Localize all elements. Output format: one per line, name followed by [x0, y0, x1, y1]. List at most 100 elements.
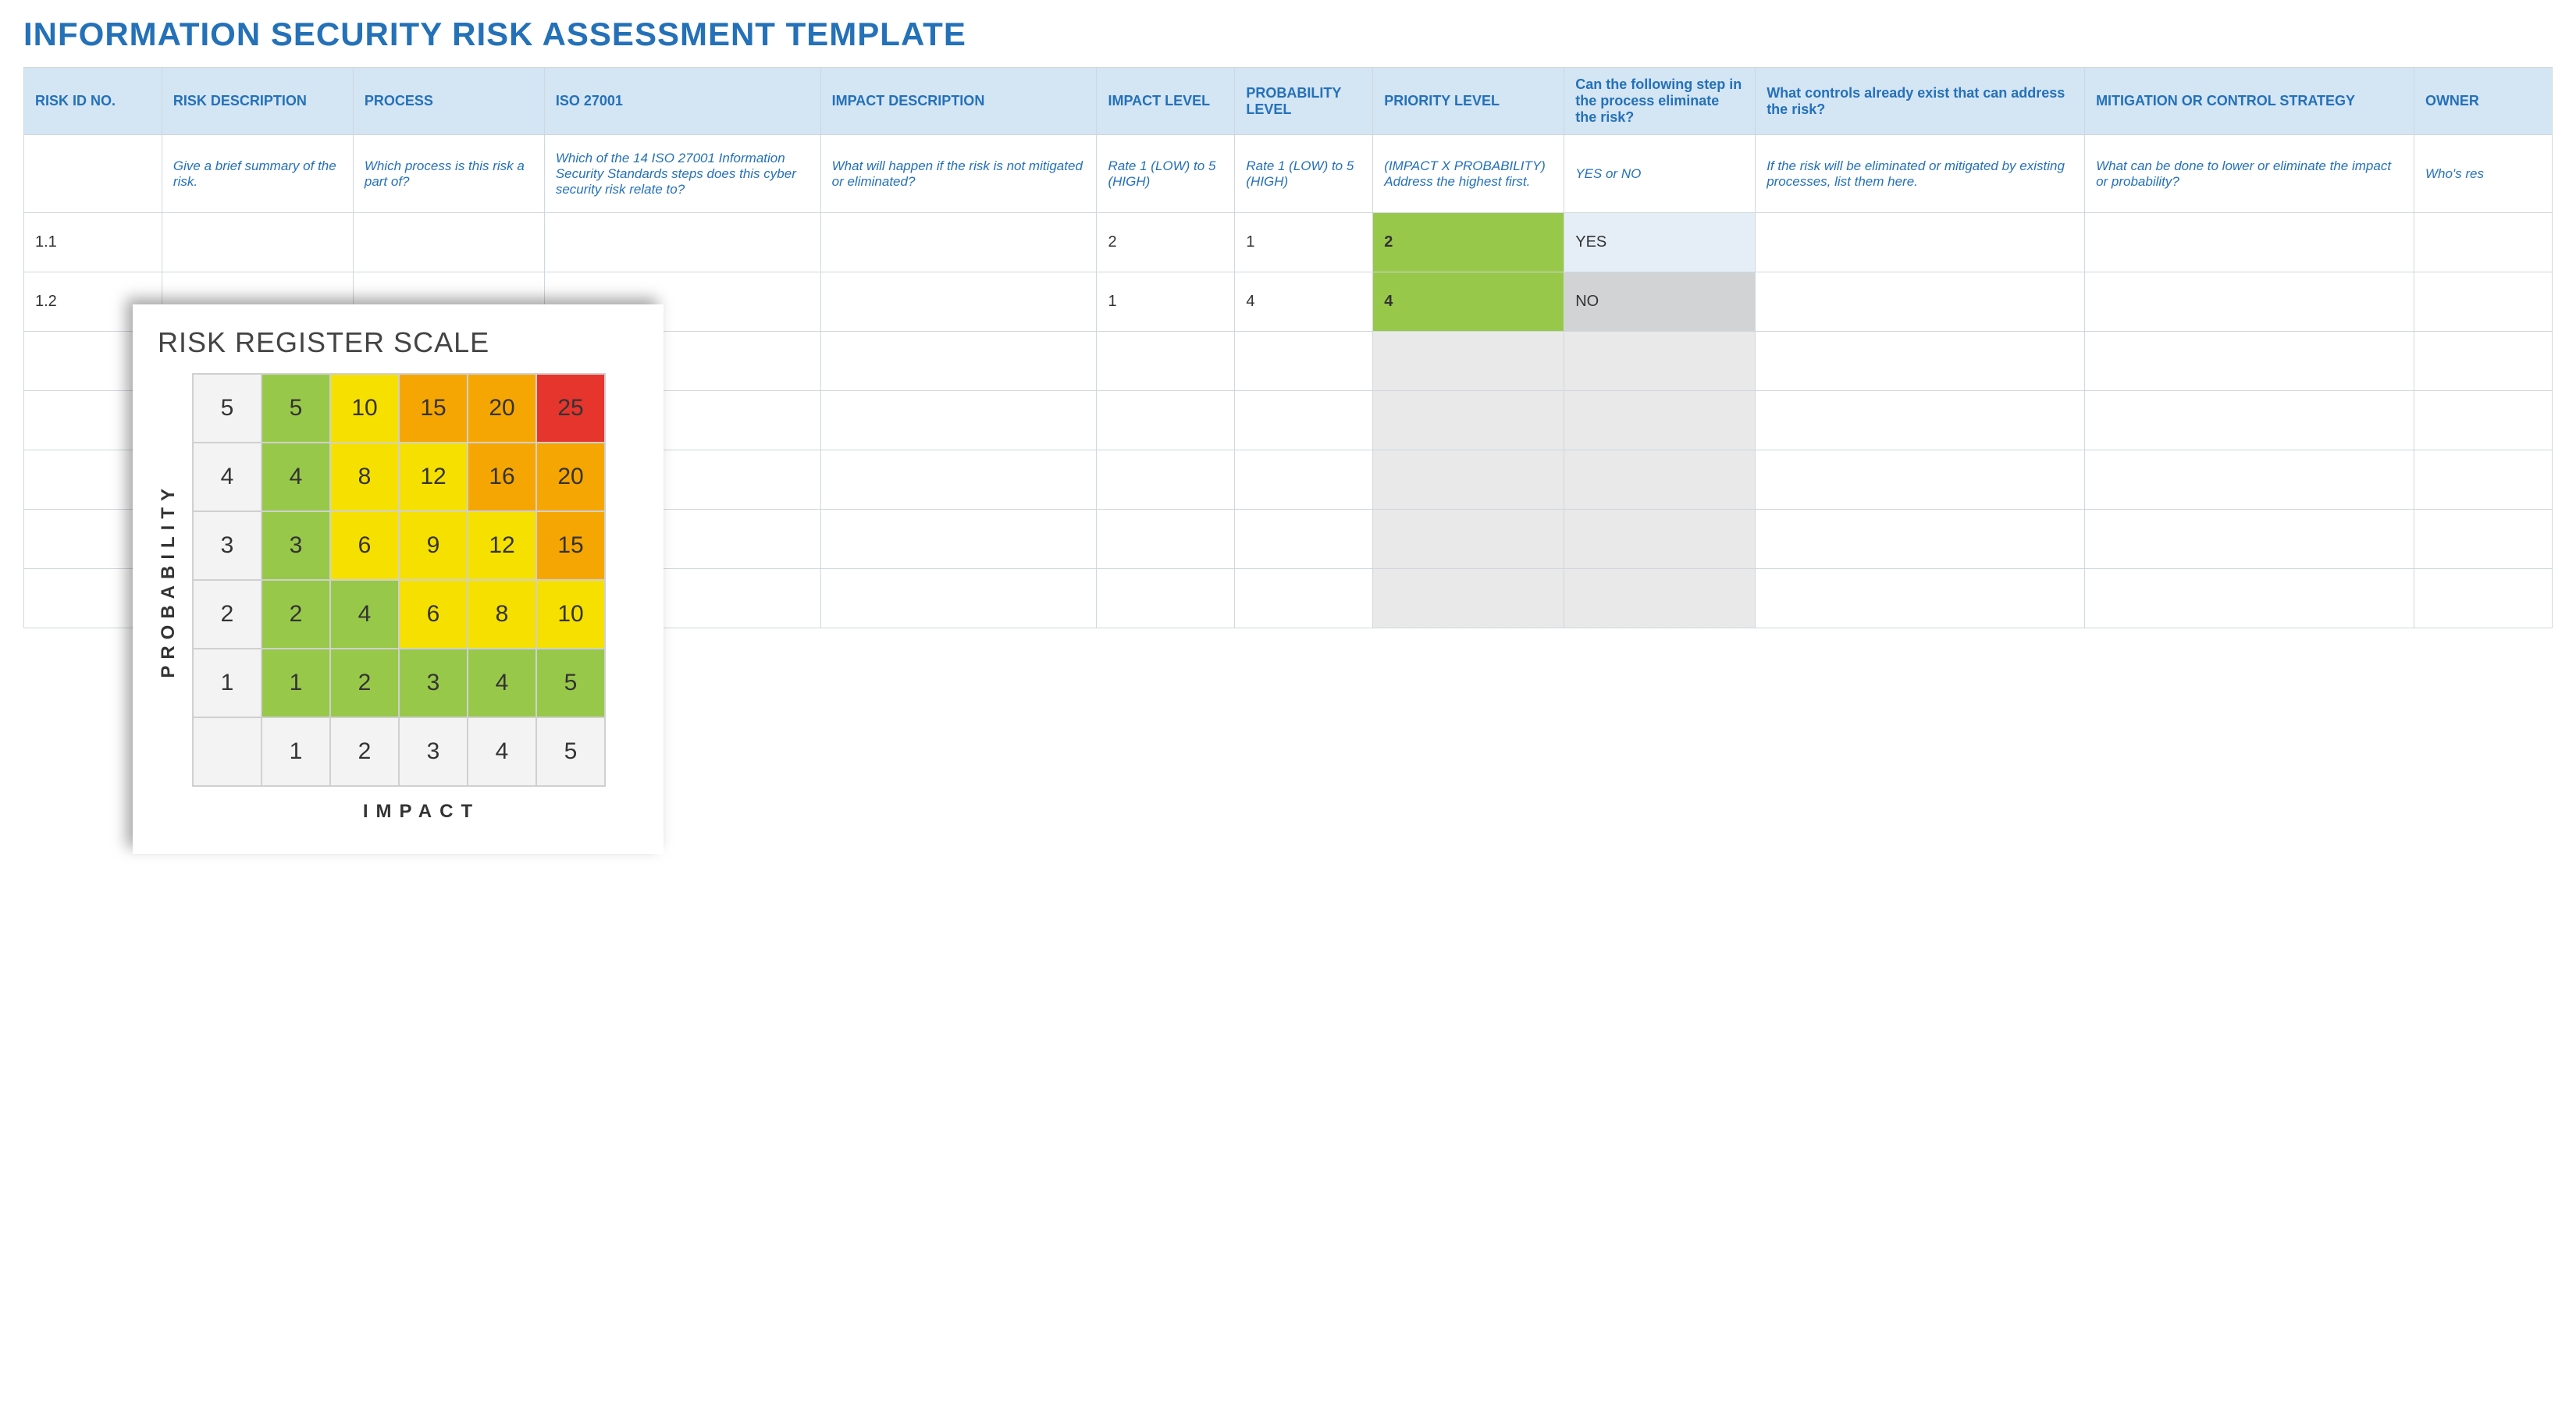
cell[interactable]: 1 — [1235, 213, 1373, 272]
matrix-cell: 9 — [399, 511, 468, 580]
cell[interactable]: YES — [1564, 213, 1756, 272]
cell[interactable] — [1097, 450, 1235, 510]
cell[interactable] — [2414, 450, 2552, 510]
cell[interactable] — [1235, 510, 1373, 569]
hint-cell: Who's res — [2414, 135, 2552, 213]
matrix-prob-header: 1 — [193, 649, 262, 717]
matrix-cell: 2 — [330, 649, 399, 717]
matrix-impact-header: 2 — [330, 717, 399, 786]
matrix-cell: 1 — [262, 649, 330, 717]
matrix-cell: 3 — [399, 649, 468, 717]
cell[interactable] — [2414, 510, 2552, 569]
cell[interactable] — [1756, 450, 2085, 510]
cell[interactable] — [820, 272, 1097, 332]
cell[interactable] — [1756, 213, 2085, 272]
hint-cell: What can be done to lower or eliminate t… — [2085, 135, 2414, 213]
cell[interactable] — [1756, 569, 2085, 628]
cell[interactable] — [1373, 391, 1564, 450]
cell[interactable] — [544, 213, 820, 272]
cell[interactable] — [2414, 272, 2552, 332]
matrix-cell: 5 — [262, 374, 330, 443]
cell[interactable] — [1564, 391, 1756, 450]
cell[interactable]: 1 — [1097, 272, 1235, 332]
cell[interactable] — [820, 450, 1097, 510]
cell[interactable]: NO — [1564, 272, 1756, 332]
table-row[interactable]: 1.1212YES — [24, 213, 2553, 272]
cell[interactable] — [1097, 332, 1235, 391]
cell[interactable] — [1756, 332, 2085, 391]
hint-cell: If the risk will be eliminated or mitiga… — [1756, 135, 2085, 213]
cell[interactable]: 2 — [1373, 213, 1564, 272]
hint-cell: Which of the 14 ISO 27001 Information Se… — [544, 135, 820, 213]
matrix-cell: 4 — [262, 443, 330, 511]
cell[interactable]: 2 — [1097, 213, 1235, 272]
cell[interactable] — [1373, 332, 1564, 391]
cell[interactable] — [353, 213, 544, 272]
cell[interactable] — [1564, 569, 1756, 628]
cell[interactable] — [1564, 332, 1756, 391]
cell[interactable] — [1235, 391, 1373, 450]
cell[interactable] — [2085, 213, 2414, 272]
hint-cell: What will happen if the risk is not miti… — [820, 135, 1097, 213]
cell[interactable] — [2085, 510, 2414, 569]
cell[interactable] — [2414, 569, 2552, 628]
cell[interactable] — [1756, 510, 2085, 569]
col-controls: What controls already exist that can add… — [1756, 68, 2085, 135]
col-risk-desc: RISK DESCRIPTION — [162, 68, 353, 135]
page-title: INFORMATION SECURITY RISK ASSESSMENT TEM… — [23, 16, 2553, 53]
cell[interactable] — [1564, 510, 1756, 569]
col-impact-level: IMPACT LEVEL — [1097, 68, 1235, 135]
col-eliminate: Can the following step in the process el… — [1564, 68, 1756, 135]
matrix-impact-header: 3 — [399, 717, 468, 786]
cell[interactable]: 4 — [1235, 272, 1373, 332]
cell[interactable]: 4 — [1373, 272, 1564, 332]
y-axis-label: PROBABILITY — [158, 482, 180, 678]
cell[interactable] — [820, 569, 1097, 628]
hint-cell: Give a brief summary of the risk. — [162, 135, 353, 213]
matrix-cell: 6 — [399, 580, 468, 649]
cell[interactable] — [820, 332, 1097, 391]
cell[interactable] — [2085, 272, 2414, 332]
matrix-cell: 12 — [468, 511, 536, 580]
cell[interactable] — [820, 213, 1097, 272]
cell[interactable] — [1373, 450, 1564, 510]
cell[interactable] — [1756, 272, 2085, 332]
cell[interactable] — [1097, 391, 1235, 450]
cell[interactable] — [820, 391, 1097, 450]
cell[interactable] — [1097, 510, 1235, 569]
cell[interactable] — [820, 510, 1097, 569]
cell[interactable] — [1235, 332, 1373, 391]
matrix-prob-header: 5 — [193, 374, 262, 443]
cell[interactable]: 1.1 — [24, 213, 162, 272]
hint-cell: (IMPACT X PROBABILITY) Address the highe… — [1373, 135, 1564, 213]
cell[interactable] — [1373, 510, 1564, 569]
cell[interactable] — [1235, 450, 1373, 510]
cell[interactable] — [1564, 450, 1756, 510]
hint-cell: YES or NO — [1564, 135, 1756, 213]
table-hint-row: Give a brief summary of the risk. Which … — [24, 135, 2553, 213]
col-prob-level: PROBABILITY LEVEL — [1235, 68, 1373, 135]
cell[interactable] — [1097, 569, 1235, 628]
col-impact-desc: IMPACT DESCRIPTION — [820, 68, 1097, 135]
risk-matrix: 5510152025448121620336912152246810112345… — [192, 373, 606, 787]
cell[interactable] — [1373, 569, 1564, 628]
cell[interactable] — [2085, 332, 2414, 391]
cell[interactable] — [2085, 391, 2414, 450]
matrix-cell: 15 — [536, 511, 605, 580]
col-owner: OWNER — [2414, 68, 2552, 135]
matrix-cell: 25 — [536, 374, 605, 443]
matrix-cell: 15 — [399, 374, 468, 443]
cell[interactable] — [1756, 391, 2085, 450]
matrix-impact-header: 1 — [262, 717, 330, 786]
cell[interactable] — [2414, 391, 2552, 450]
matrix-cell: 3 — [262, 511, 330, 580]
cell[interactable] — [2414, 332, 2552, 391]
cell[interactable] — [2085, 450, 2414, 510]
matrix-cell: 10 — [536, 580, 605, 649]
cell[interactable] — [2085, 569, 2414, 628]
cell[interactable] — [1235, 569, 1373, 628]
matrix-corner — [193, 717, 262, 786]
risk-register-card: RISK REGISTER SCALE PROBABILITY 55101520… — [133, 304, 664, 854]
cell[interactable] — [162, 213, 353, 272]
cell[interactable] — [2414, 213, 2552, 272]
